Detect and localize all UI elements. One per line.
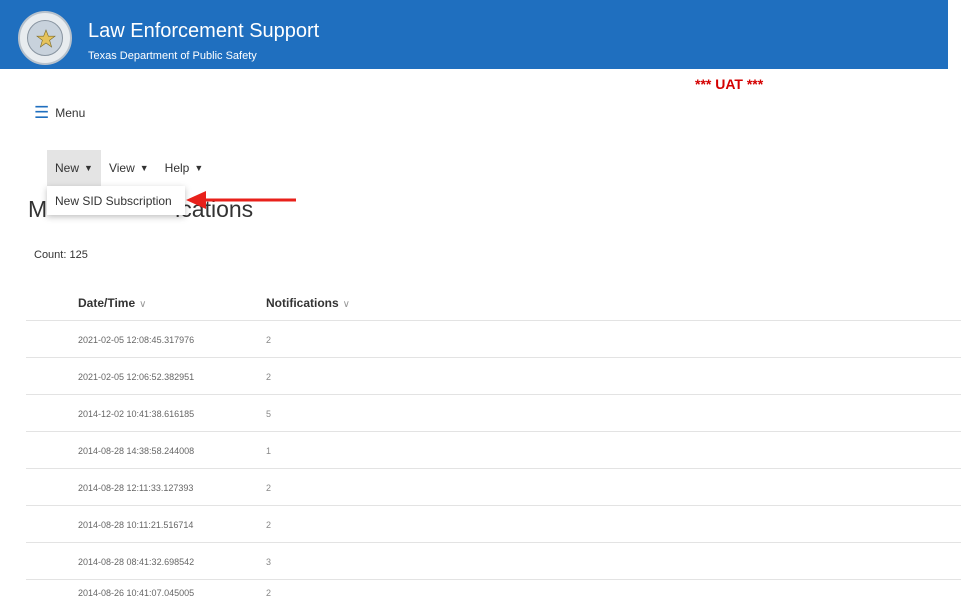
- app-title: Law Enforcement Support: [88, 20, 320, 42]
- cell-datetime: 2021-02-05 12:08:45.317976: [78, 335, 195, 345]
- hamburger-icon: ☰: [34, 103, 50, 122]
- chevron-down-icon: ∨: [139, 299, 147, 310]
- table-row[interactable]: 2021-02-05 12:08:45.317976 2: [26, 320, 961, 358]
- cell-notifications: 2: [266, 335, 272, 345]
- chevron-down-icon: ▼: [194, 163, 204, 173]
- chevron-down-icon: ∨: [342, 299, 350, 310]
- app-subtitle: Texas Department of Public Safety: [88, 50, 257, 62]
- app-header: Law Enforcement Support Texas Department…: [0, 0, 948, 69]
- cell-datetime: 2014-08-28 10:11:21.516714: [78, 520, 194, 530]
- cell-datetime: 2014-12-02 10:41:38.616185: [78, 409, 195, 419]
- count-label: Count: 125: [34, 249, 88, 261]
- dropdown-item-new-sid-subscription[interactable]: New SID Subscription: [47, 186, 185, 215]
- table-row[interactable]: 2021-02-05 12:06:52.382951 2: [26, 357, 961, 395]
- cell-notifications: 3: [266, 557, 272, 567]
- table-row[interactable]: 2014-08-26 10:41:07.045005 2: [26, 579, 961, 596]
- cell-datetime: 2014-08-28 12:11:33.127393: [78, 483, 194, 493]
- table-row[interactable]: 2014-12-02 10:41:38.616185 5: [26, 394, 961, 432]
- environment-banner: *** UAT ***: [695, 76, 764, 92]
- menu-button[interactable]: ☰ Menu: [34, 104, 85, 121]
- menubar-item-view[interactable]: View ▼: [101, 150, 157, 186]
- page-title-left: M: [28, 196, 48, 222]
- cell-datetime: 2014-08-28 08:41:32.698542: [78, 557, 195, 567]
- table-row[interactable]: 2014-08-28 08:41:32.698542 3: [26, 542, 961, 580]
- column-header-notifications[interactable]: Notifications ∨: [266, 296, 350, 310]
- menubar-item-new[interactable]: New ▼: [47, 150, 101, 186]
- chevron-down-icon: ▼: [84, 163, 93, 173]
- cell-notifications: 2: [266, 483, 272, 493]
- table-row[interactable]: 2014-08-28 12:11:33.127393 2: [26, 468, 961, 506]
- table-row[interactable]: 2014-08-28 14:38:58.244008 1: [26, 431, 961, 469]
- cell-notifications: 5: [266, 409, 272, 419]
- red-arrow-icon: [186, 191, 296, 209]
- cell-notifications: 2: [266, 520, 272, 530]
- chevron-down-icon: ▼: [139, 163, 149, 173]
- cell-notifications: 1: [266, 446, 272, 456]
- cell-datetime: 2021-02-05 12:06:52.382951: [78, 372, 195, 382]
- column-header-datetime[interactable]: Date/Time ∨: [78, 296, 146, 310]
- menu-label: Menu: [55, 105, 86, 120]
- dps-seal-icon: [18, 11, 72, 65]
- table-row[interactable]: 2014-08-28 10:11:21.516714 2: [26, 505, 961, 543]
- menubar-item-help[interactable]: Help ▼: [157, 150, 212, 186]
- menubar: New ▼ View ▼ Help ▼: [47, 150, 211, 186]
- cell-notifications: 2: [266, 372, 272, 382]
- cell-datetime: 2014-08-28 14:38:58.244008: [78, 446, 195, 456]
